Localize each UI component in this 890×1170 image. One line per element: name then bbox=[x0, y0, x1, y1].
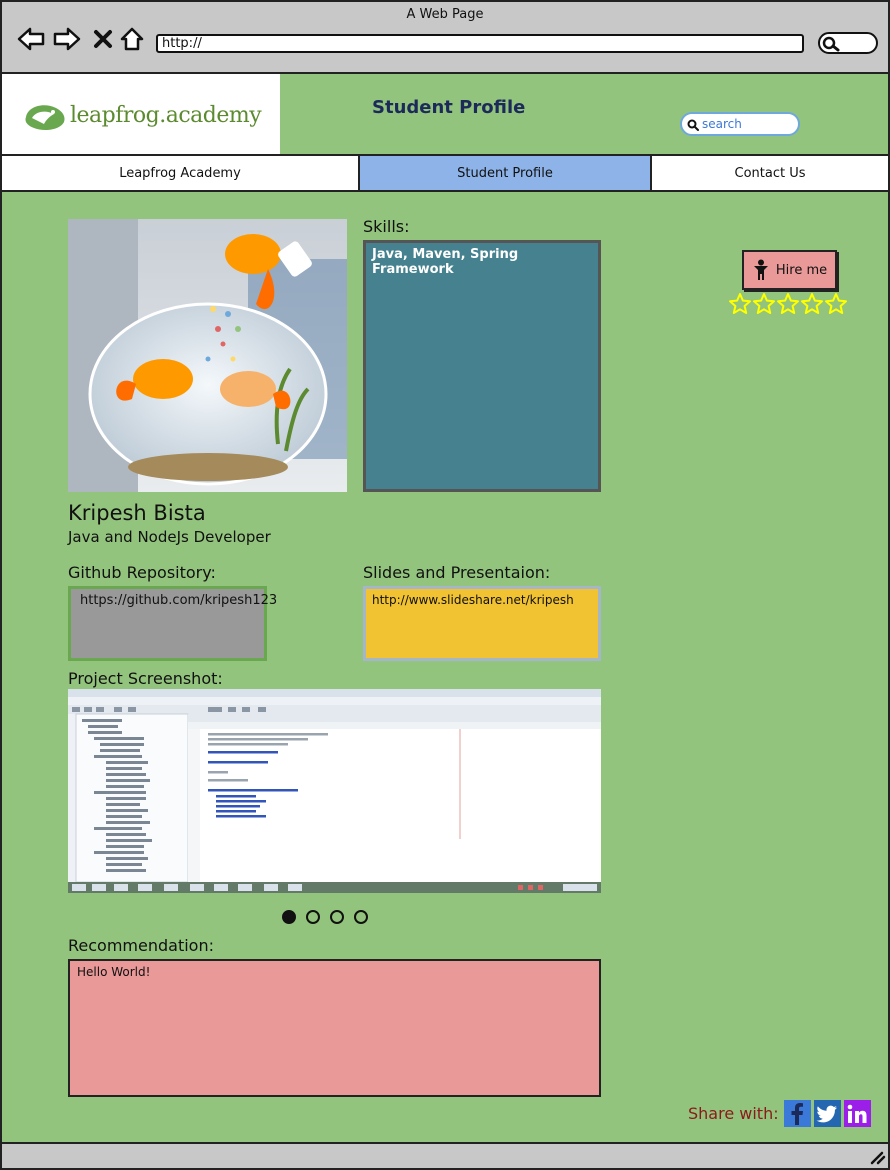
resize-grip-icon[interactable] bbox=[868, 1149, 886, 1165]
leapfrog-logo-icon bbox=[25, 105, 65, 130]
carousel-dot[interactable] bbox=[330, 910, 344, 924]
star-icon[interactable] bbox=[800, 292, 824, 316]
facebook-icon[interactable] bbox=[783, 1100, 811, 1127]
main-nav: Leapfrog Academy Student Profile Contact… bbox=[2, 154, 888, 192]
hire-me-label: Hire me bbox=[775, 262, 828, 278]
search-icon bbox=[687, 119, 699, 131]
profile-photo bbox=[68, 219, 347, 492]
twitter-icon[interactable] bbox=[813, 1100, 841, 1127]
logo-text: leapfrog.academy bbox=[70, 103, 262, 128]
carousel-dot[interactable] bbox=[354, 910, 368, 924]
star-icon[interactable] bbox=[776, 292, 800, 316]
linkedin-icon[interactable] bbox=[843, 1100, 871, 1127]
forward-arrow-icon[interactable] bbox=[52, 24, 82, 54]
tab-contact-us[interactable]: Contact Us bbox=[652, 156, 888, 190]
share-label: Share with: bbox=[688, 1104, 779, 1123]
star-icon[interactable] bbox=[824, 292, 848, 316]
logo[interactable]: leapfrog.academy bbox=[2, 74, 280, 154]
browser-statusbar bbox=[2, 1142, 888, 1168]
recommendation-field[interactable]: Hello World! bbox=[68, 959, 601, 1097]
slides-link[interactable]: http://www.slideshare.net/kripesh bbox=[363, 586, 601, 661]
carousel-indicators bbox=[282, 910, 378, 924]
star-icon[interactable] bbox=[752, 292, 776, 316]
stop-icon[interactable] bbox=[88, 24, 118, 54]
tab-leapfrog-academy[interactable]: Leapfrog Academy bbox=[2, 156, 360, 190]
project-screenshot bbox=[68, 689, 601, 893]
recommendation-label: Recommendation: bbox=[68, 936, 214, 955]
site-search-input[interactable]: search bbox=[680, 112, 800, 136]
window-title: A Web Page bbox=[406, 7, 484, 22]
student-role: Java and NodeJs Developer bbox=[68, 528, 271, 546]
star-icon[interactable] bbox=[728, 292, 752, 316]
tab-student-profile[interactable]: Student Profile bbox=[360, 156, 652, 190]
github-label: Github Repository: bbox=[68, 563, 216, 582]
slides-label: Slides and Presentaion: bbox=[363, 563, 551, 582]
browser-window: A Web Page http:// leapfrog.academy Stud bbox=[0, 0, 890, 1170]
github-link[interactable]: https://github.com/kripesh123 bbox=[68, 586, 277, 661]
star-rating[interactable] bbox=[728, 292, 848, 316]
screenshot-label: Project Screenshot: bbox=[68, 669, 223, 688]
skills-label: Skills: bbox=[363, 217, 410, 236]
search-placeholder: search bbox=[702, 117, 742, 131]
skills-field[interactable]: Java, Maven, Spring Framework bbox=[363, 240, 601, 492]
browser-search-input[interactable] bbox=[818, 32, 878, 54]
page-content: leapfrog.academy Student Profile search … bbox=[2, 74, 888, 1142]
browser-titlebar: A Web Page http:// bbox=[2, 2, 888, 74]
student-name: Kripesh Bista bbox=[68, 501, 206, 525]
page-title: Student Profile bbox=[372, 97, 526, 118]
share-bar: Share with: bbox=[688, 1100, 871, 1127]
back-arrow-icon[interactable] bbox=[16, 24, 46, 54]
hire-me-button[interactable]: Hire me bbox=[742, 250, 837, 290]
person-icon bbox=[753, 259, 768, 280]
search-icon bbox=[822, 36, 840, 52]
url-input[interactable]: http:// bbox=[156, 34, 804, 53]
carousel-dot[interactable] bbox=[282, 910, 296, 924]
carousel-dot[interactable] bbox=[306, 910, 320, 924]
home-icon[interactable] bbox=[117, 24, 147, 54]
